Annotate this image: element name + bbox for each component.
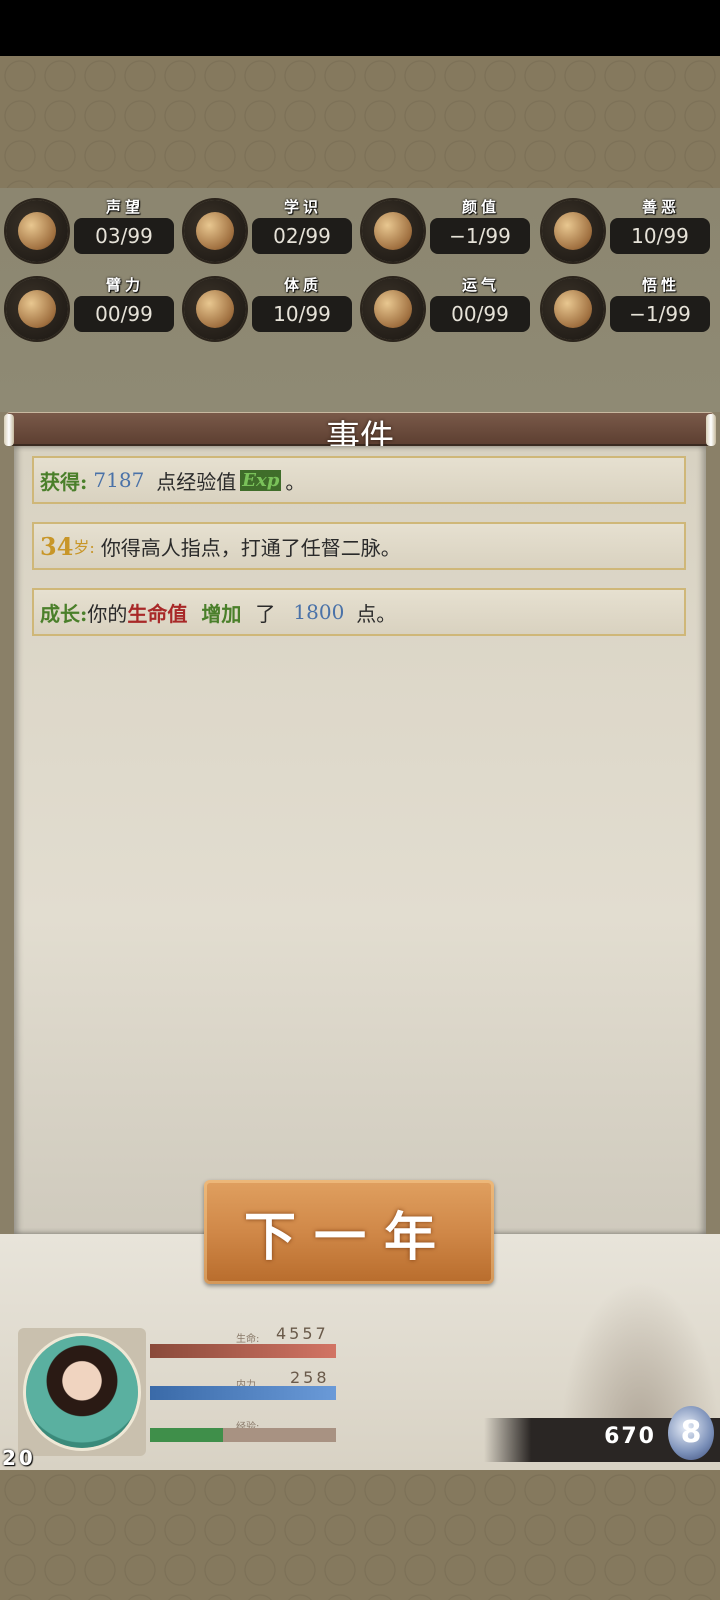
- event-number: 1800: [293, 600, 345, 624]
- exp-bar: [150, 1428, 336, 1442]
- stat-label: 善恶: [641, 198, 680, 216]
- morality-icon: [542, 200, 604, 262]
- event-text: 点。: [356, 601, 397, 626]
- stat-label: 声望: [105, 198, 144, 216]
- hp-bar: [150, 1344, 336, 1358]
- stat-strength[interactable]: 臂力 00/99: [0, 272, 180, 342]
- stat-value: 10/99: [252, 296, 352, 332]
- stat-value: −1/99: [430, 218, 530, 254]
- event-number: 7187: [93, 468, 145, 492]
- event-text: 。: [285, 469, 306, 494]
- event-text: 你得高人指点，打通了任督二脉。: [100, 535, 401, 560]
- currency-value: 670: [604, 1424, 656, 1449]
- avatar[interactable]: [26, 1336, 138, 1448]
- stat-value: −1/99: [610, 296, 710, 332]
- stat-value: 00/99: [430, 296, 530, 332]
- mp-bar-fill: [150, 1386, 336, 1400]
- stat-morality[interactable]: 善恶 10/99: [536, 194, 716, 264]
- event-row: 获得: 7187 点经验值 Exp 。: [32, 456, 686, 504]
- event-age: 34: [40, 531, 74, 561]
- event-text: 了: [255, 601, 276, 626]
- hp-label: 生命:: [236, 1334, 260, 1345]
- stat-value: 10/99: [610, 218, 710, 254]
- appearance-icon: [362, 200, 424, 262]
- stat-luck[interactable]: 运气 00/99: [356, 272, 536, 342]
- level-badge: 20: [2, 1446, 36, 1470]
- mp-value: 258: [290, 1368, 330, 1387]
- hp-bar-fill: [150, 1344, 336, 1358]
- event-row: 成长: 你的 生命值 增加 了 1800 点。: [32, 588, 686, 636]
- exp-bar-fill: [150, 1428, 223, 1442]
- event-age-unit: 岁:: [73, 538, 95, 557]
- event-action: 增加: [201, 601, 242, 626]
- stat-value: 00/99: [74, 296, 174, 332]
- stat-label: 运气: [461, 276, 500, 294]
- stat-label: 颜值: [461, 198, 500, 216]
- stat-constitution[interactable]: 体质 10/99: [178, 272, 358, 342]
- stat-knowledge[interactable]: 学识 02/99: [178, 194, 358, 264]
- bottom-pattern-background: [0, 1470, 720, 1600]
- event-text: 你的: [87, 601, 128, 626]
- strength-icon: [6, 278, 68, 340]
- event-highlight: 生命值: [127, 601, 188, 626]
- constitution-icon: [184, 278, 246, 340]
- reputation-icon: [6, 200, 68, 262]
- exp-icon: Exp: [240, 469, 282, 491]
- stat-value: 02/99: [252, 218, 352, 254]
- event-prefix: 成长:: [40, 601, 88, 626]
- hp-value: 4557: [276, 1324, 329, 1343]
- attribute-grid: 声望 03/99 学识 02/99 颜值 −1/99 善恶 10/99 臂力 0…: [0, 188, 720, 412]
- stat-appearance[interactable]: 颜值 −1/99: [356, 194, 536, 264]
- stat-label: 臂力: [105, 276, 144, 294]
- event-text: 点经验值: [156, 469, 237, 494]
- stat-label: 体质: [283, 276, 322, 294]
- knowledge-icon: [184, 200, 246, 262]
- next-year-button[interactable]: 下一年: [204, 1180, 494, 1284]
- comprehension-icon: [542, 278, 604, 340]
- top-pattern-background: [0, 56, 720, 188]
- event-prefix: 获得:: [40, 469, 88, 494]
- stat-comprehension[interactable]: 悟性 −1/99: [536, 272, 716, 342]
- stat-value: 03/99: [74, 218, 174, 254]
- luck-icon: [362, 278, 424, 340]
- event-row: 34 岁: 你得高人指点，打通了任督二脉。: [32, 522, 686, 570]
- silver-coin-icon[interactable]: 8: [668, 1406, 714, 1460]
- mp-bar: [150, 1386, 336, 1400]
- stat-label: 学识: [283, 198, 322, 216]
- stat-label: 悟性: [641, 276, 680, 294]
- status-bar: [0, 0, 720, 56]
- stat-reputation[interactable]: 声望 03/99: [0, 194, 180, 264]
